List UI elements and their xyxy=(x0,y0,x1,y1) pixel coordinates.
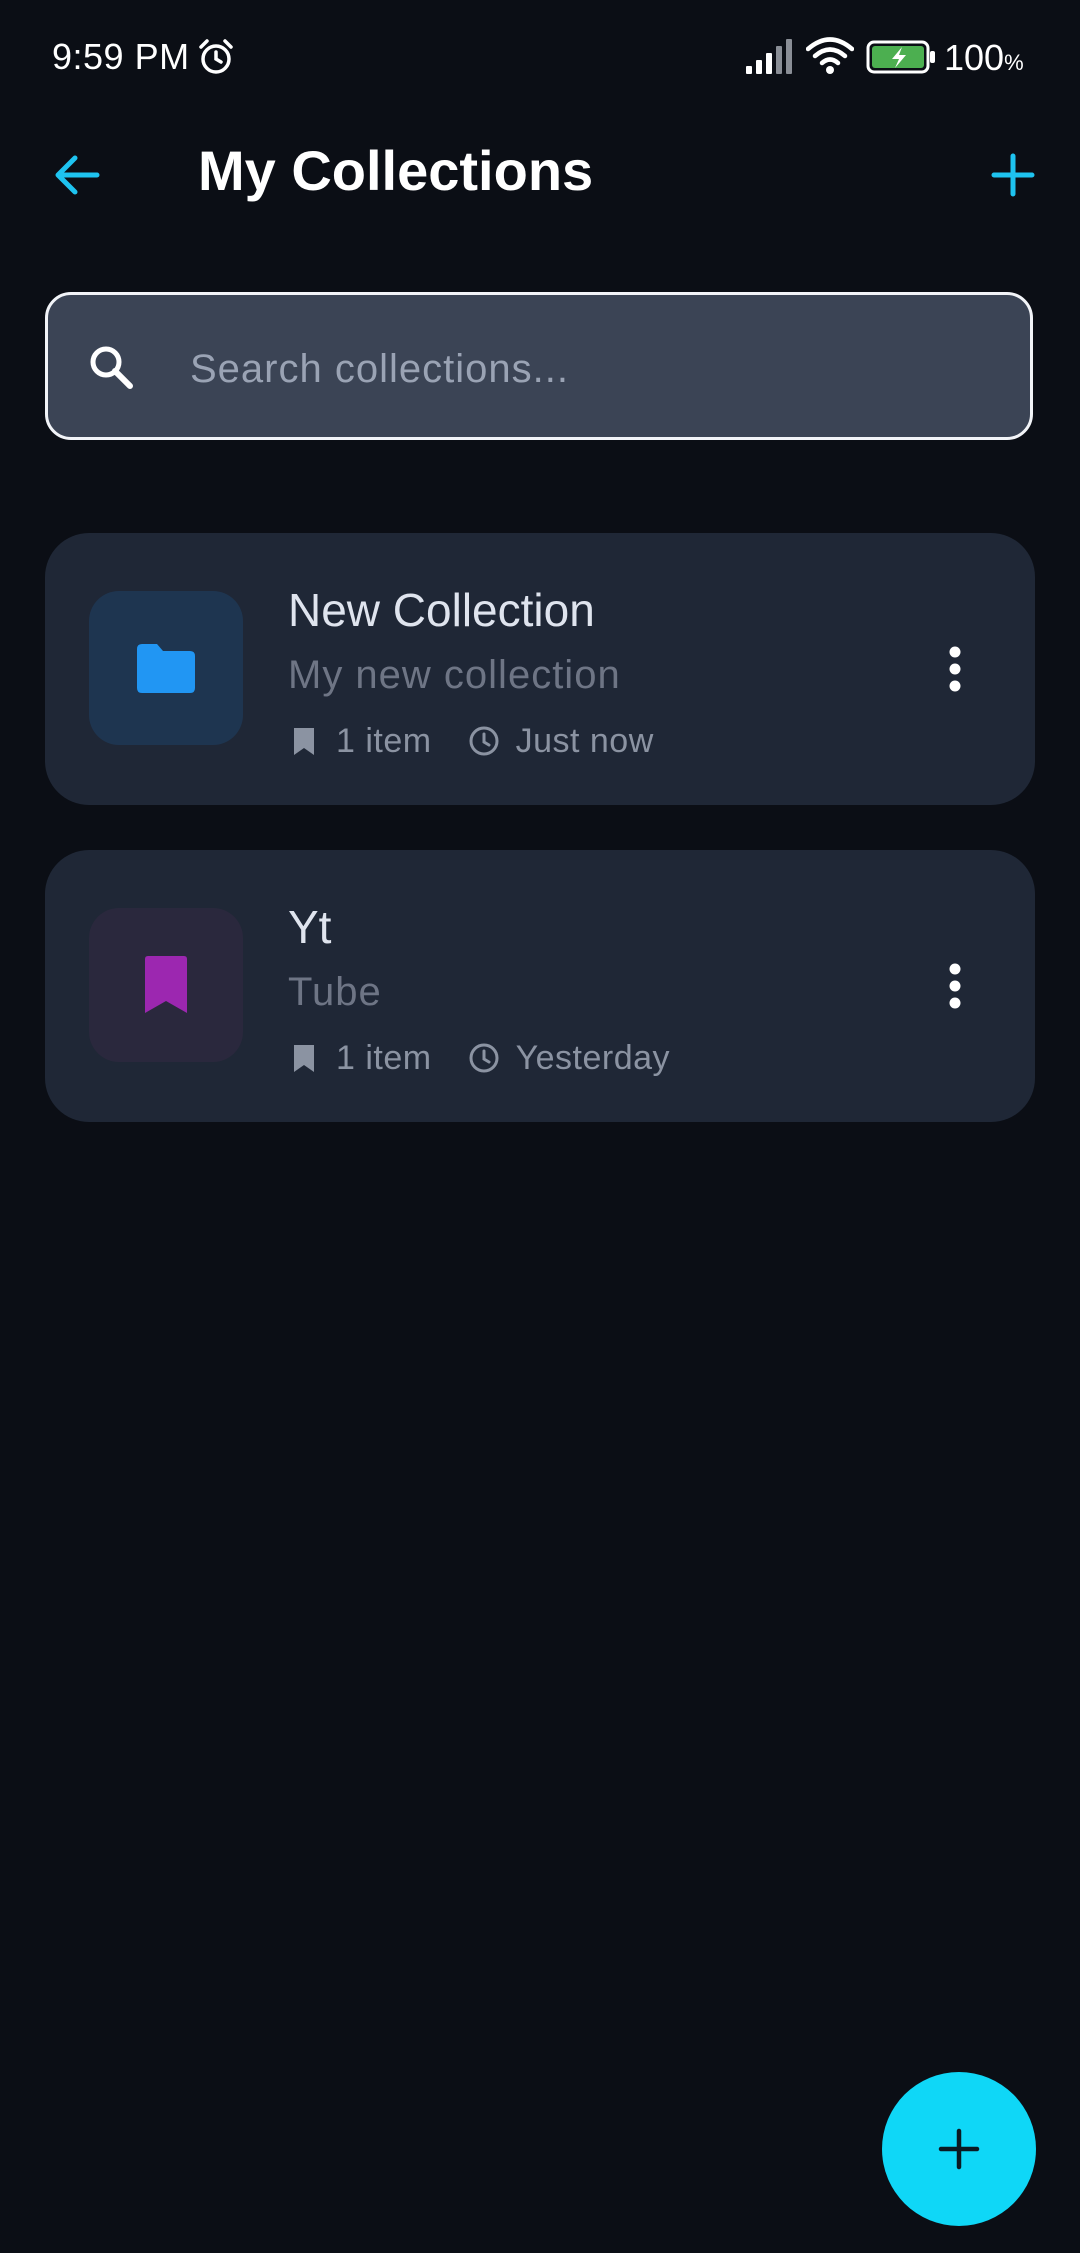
fab-add-button[interactable] xyxy=(882,2072,1036,2226)
collection-description: Tube xyxy=(288,970,382,1014)
collection-icon-tile xyxy=(89,591,243,745)
search-icon xyxy=(90,346,133,389)
more-vertical-icon xyxy=(949,963,961,1009)
search-input[interactable] xyxy=(188,333,992,405)
clock-icon xyxy=(469,726,499,756)
collection-card[interactable]: Yt Tube 1 item Yesterday xyxy=(45,850,1035,1122)
item-count: 1 item xyxy=(336,721,432,760)
collection-title: New Collection xyxy=(288,584,595,636)
collection-meta: 1 item Just now xyxy=(288,719,654,763)
more-vertical-icon xyxy=(949,646,961,692)
alarm-icon xyxy=(199,39,233,74)
plus-icon xyxy=(991,153,1035,197)
more-options-button[interactable] xyxy=(915,946,995,1026)
signal-icon xyxy=(746,39,792,74)
wifi-icon xyxy=(806,37,854,74)
collection-description: My new collection xyxy=(288,653,621,697)
status-time: 9:59 PM xyxy=(52,36,190,77)
more-options-button[interactable] xyxy=(915,629,995,709)
arrow-left-icon xyxy=(55,155,100,195)
page-title: My Collections xyxy=(198,139,594,202)
bookmark-icon xyxy=(145,956,187,1013)
back-button[interactable] xyxy=(40,138,114,212)
plus-icon xyxy=(938,2128,980,2170)
folder-icon xyxy=(137,644,195,693)
updated-time: Yesterday xyxy=(515,1038,671,1077)
bookmark-icon xyxy=(294,1045,314,1072)
updated-time: Just now xyxy=(515,721,654,760)
battery-value: 100 xyxy=(944,37,1005,78)
add-collection-button[interactable] xyxy=(976,138,1050,212)
app-bar: My Collections xyxy=(0,116,1080,226)
collection-card[interactable]: New Collection My new collection 1 item … xyxy=(45,533,1035,805)
collection-meta: 1 item Yesterday xyxy=(288,1036,670,1080)
item-count: 1 item xyxy=(336,1038,432,1077)
collection-icon-tile xyxy=(89,908,243,1062)
search-box[interactable] xyxy=(45,292,1033,440)
collection-title: Yt xyxy=(288,901,332,953)
status-bar: 9:59 PM 100% xyxy=(0,0,1080,116)
battery-percentage: 100% xyxy=(944,37,1024,79)
battery-icon xyxy=(866,40,935,74)
clock-icon xyxy=(469,1043,499,1073)
battery-unit: % xyxy=(1004,50,1024,75)
bookmark-icon xyxy=(294,728,314,755)
